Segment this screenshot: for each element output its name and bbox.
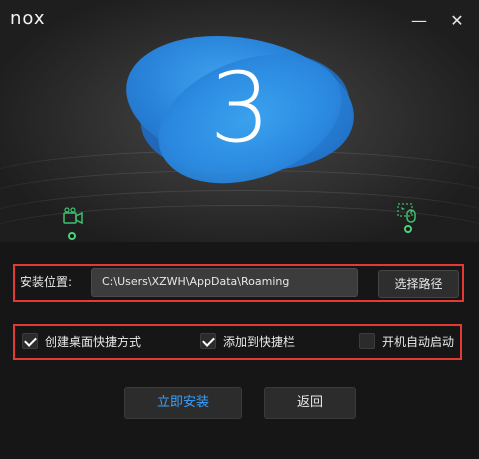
install-now-button[interactable]: 立即安装	[124, 387, 242, 419]
close-button[interactable]: ✕	[448, 12, 466, 30]
checkbox-desktop-shortcut[interactable]	[22, 333, 38, 349]
hero-banner: 3	[0, 0, 479, 242]
countdown-number: 3	[209, 52, 271, 164]
checkbox-quick-launch[interactable]	[200, 333, 216, 349]
install-path-field[interactable]: C:\Users\XZWH\AppData\Roaming	[91, 268, 358, 297]
browse-path-button[interactable]: 选择路径	[378, 270, 459, 298]
option-auto-start[interactable]: 开机自动启动	[359, 332, 454, 350]
indicator-dot	[404, 225, 412, 233]
back-button[interactable]: 返回	[264, 387, 356, 419]
indicator-dot	[68, 232, 76, 240]
nox-logo: nox	[10, 8, 46, 29]
option-label: 创建桌面快捷方式	[45, 334, 142, 349]
option-label: 开机自动启动	[382, 334, 455, 349]
option-quick-launch[interactable]: 添加到快捷栏	[200, 332, 295, 350]
install-path-label: 安装位置:	[20, 275, 73, 289]
video-camera-icon	[62, 206, 84, 228]
minimize-button[interactable]: —	[410, 12, 428, 30]
option-label: 添加到快捷栏	[223, 334, 296, 349]
checkbox-auto-start[interactable]	[359, 333, 375, 349]
mouse-screen-icon	[397, 202, 419, 224]
option-desktop-shortcut[interactable]: 创建桌面快捷方式	[22, 332, 141, 350]
